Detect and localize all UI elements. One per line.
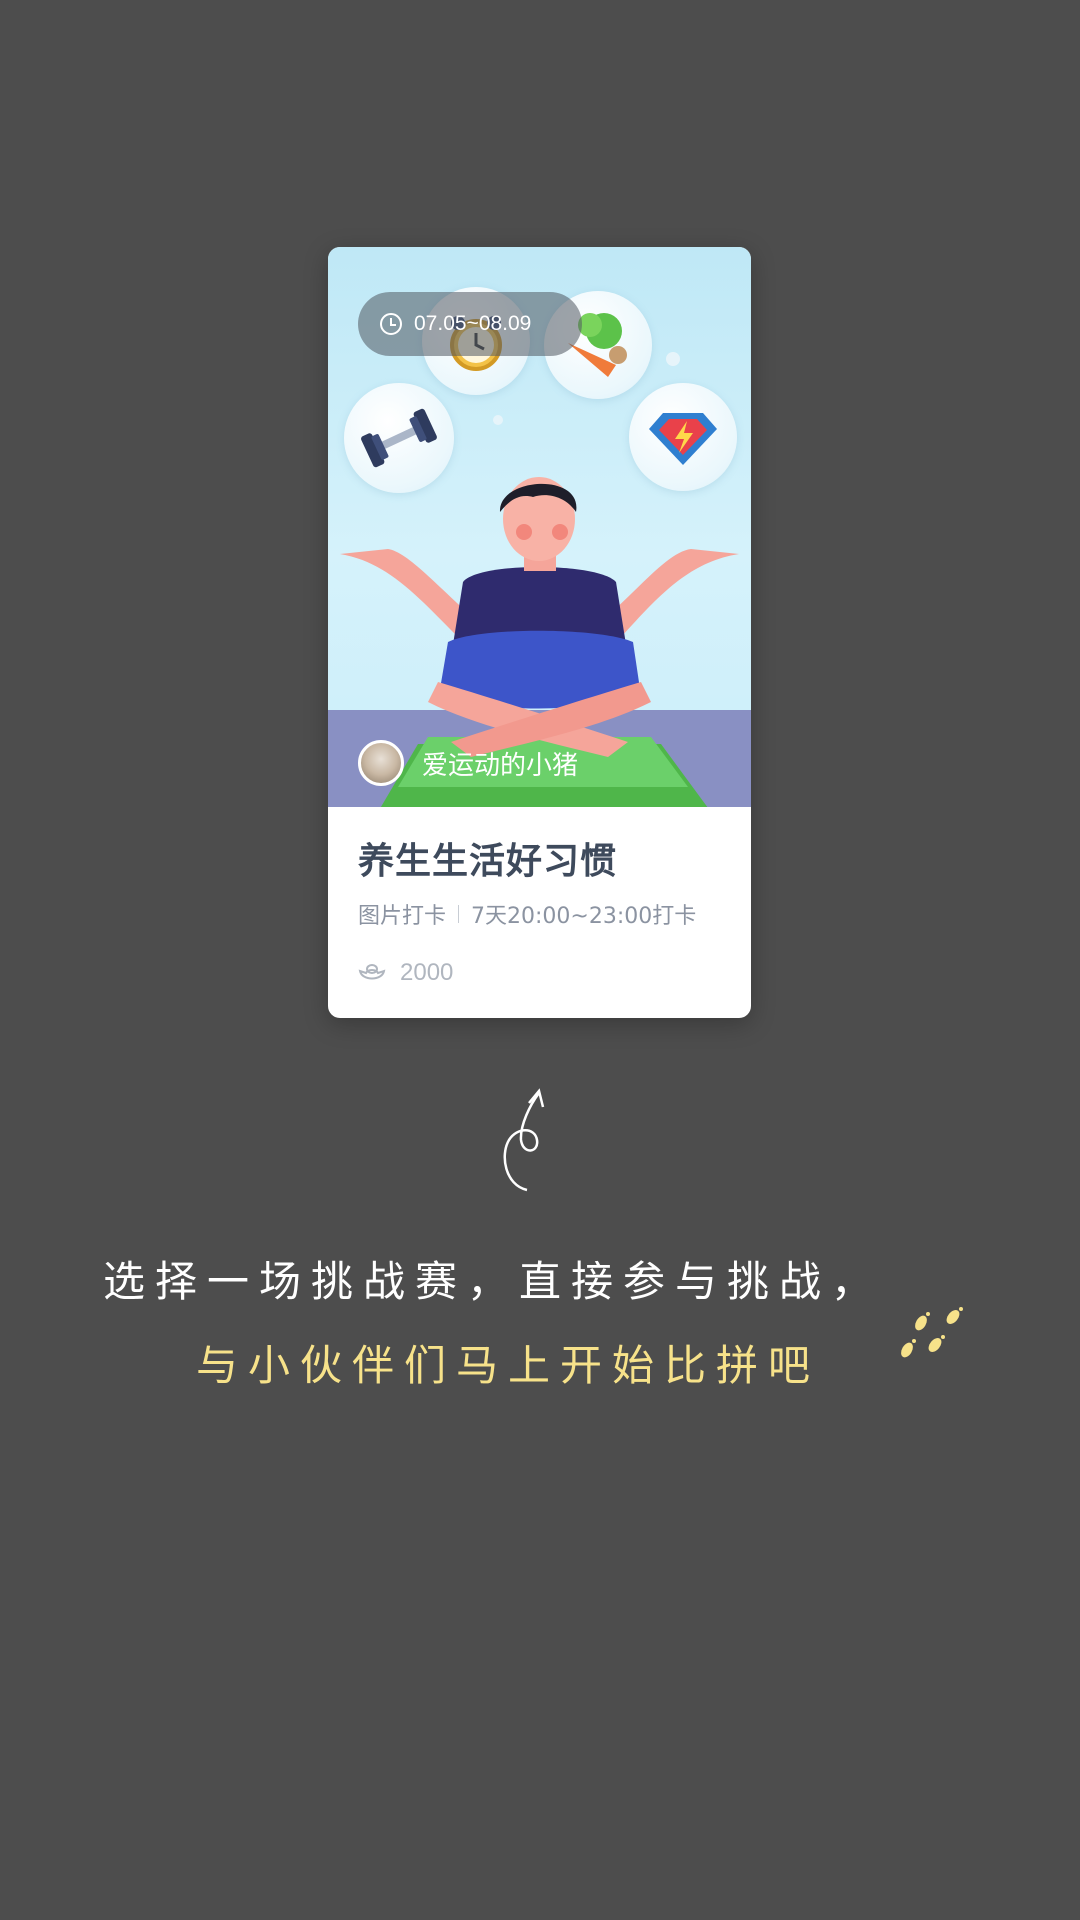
date-range-badge: 07.05~08.09: [358, 292, 582, 356]
challenge-card[interactable]: 07.05~08.09 爱运动的小猪 养生生活好习惯 图片打卡 7天20:00~…: [328, 247, 751, 1018]
challenge-title: 养生生活好习惯: [358, 841, 618, 882]
curly-arrow-icon: [503, 1088, 545, 1192]
caption-line-2: 与小伙伴们马上开始比拼吧: [196, 1341, 821, 1390]
author-info[interactable]: 爱运动的小猪: [358, 740, 578, 786]
divider: [458, 905, 460, 923]
reward-amount: 2000: [400, 959, 454, 986]
footprints-icon: [901, 1307, 963, 1358]
challenge-cover-illustration: 07.05~08.09 爱运动的小猪: [328, 247, 751, 807]
reward-info: 2000: [358, 959, 453, 987]
clock-icon: [380, 313, 402, 335]
author-name[interactable]: 爱运动的小猪: [422, 745, 578, 782]
caption-line-1: 选择一场挑战赛，直接参与挑战，: [103, 1257, 884, 1306]
checkin-type: 图片打卡: [358, 904, 447, 929]
date-range-text: 07.05~08.09: [414, 312, 532, 335]
decor-dot: [493, 415, 503, 425]
challenge-info: 养生生活好习惯 图片打卡 7天20:00~23:00打卡: [358, 832, 738, 930]
avatar[interactable]: [358, 740, 404, 786]
challenge-meta: 图片打卡 7天20:00~23:00打卡: [358, 898, 738, 930]
ingot-icon: [358, 964, 386, 980]
decor-dot: [666, 352, 680, 366]
checkin-schedule: 7天20:00~23:00打卡: [471, 904, 697, 929]
